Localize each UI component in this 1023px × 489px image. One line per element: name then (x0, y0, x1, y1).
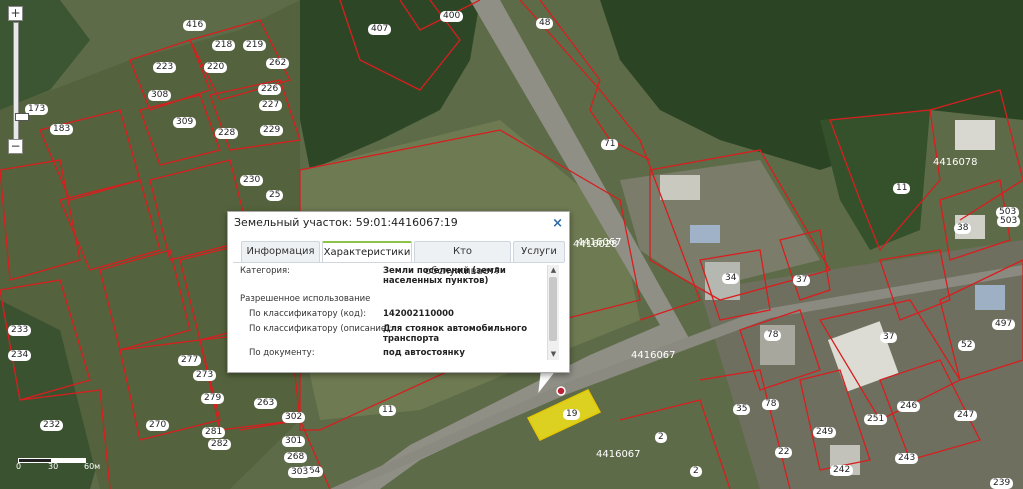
parcel-label[interactable]: 78 (762, 399, 780, 410)
building (690, 225, 720, 243)
zoom-slider-track[interactable] (13, 22, 29, 142)
characteristics-panel: Категория: Земли поселений (земли населе… (235, 264, 553, 360)
parcel-label[interactable]: 52 (958, 340, 976, 351)
parcel-label[interactable]: 249 (813, 427, 837, 438)
parcel-label[interactable]: 234 (8, 350, 32, 361)
parcel-label[interactable]: 183 (50, 124, 74, 135)
parcel-info-popup: Земельный участок: 59:01:4416067:19 × Ин… (227, 211, 570, 373)
parcel-label[interactable]: 4416067 (628, 350, 679, 361)
parcel-label[interactable]: 78 (764, 330, 782, 341)
parcel-label[interactable]: 218 (212, 40, 236, 51)
parcel-label[interactable]: 2 (655, 432, 667, 443)
parcel-label[interactable]: 226 (258, 84, 282, 95)
parcel-label[interactable]: 303 (288, 467, 312, 478)
parcel-label[interactable]: 4416078 (930, 157, 981, 168)
parcel-label[interactable]: 279 (201, 393, 225, 404)
parcel-label[interactable]: 270 (146, 420, 170, 431)
row-value: под автостоянку (383, 348, 465, 358)
parcel-label[interactable]: 281 (202, 427, 226, 438)
parcel-label[interactable]: 263 (254, 398, 278, 409)
parcel-label[interactable]: 227 (259, 100, 283, 111)
parcel-label[interactable]: 400 (440, 11, 464, 22)
popup-title: Земельный участок: 59:01:4416067:19 (234, 216, 458, 229)
zoom-slider-handle[interactable] (15, 113, 29, 121)
parcel-label[interactable]: 497 (992, 319, 1016, 330)
parcel-label[interactable]: 233 (8, 325, 32, 336)
row-key: Разрешенное использование (240, 294, 371, 304)
parcel-marker-icon[interactable] (556, 386, 566, 396)
scale-bar: 0 30 60м (16, 456, 118, 471)
parcel-label[interactable]: 282 (208, 439, 232, 450)
zoom-in-button[interactable]: + (8, 6, 23, 21)
scale-label: 30 (48, 462, 59, 471)
row-value: Земли поселений (земли населенных пункто… (383, 266, 506, 286)
row-key: Категория: (240, 266, 290, 276)
parcel-label[interactable]: 262 (266, 58, 290, 69)
building (955, 120, 995, 150)
parcel-label[interactable]: 309 (173, 117, 197, 128)
parcel-label[interactable]: 239 (990, 478, 1014, 489)
scroll-down-icon[interactable]: ▼ (549, 350, 558, 359)
parcel-label[interactable]: 503 (997, 216, 1021, 227)
scale-label: 0 (16, 462, 22, 471)
building (975, 285, 1005, 310)
zoom-out-button[interactable]: − (8, 139, 23, 154)
tab-who-serves[interactable]: Кто обслуживает? (414, 241, 511, 277)
tab-info[interactable]: Информация (241, 241, 320, 262)
parcel-label[interactable]: 38 (954, 223, 972, 234)
parcel-label[interactable]: 268 (284, 452, 308, 463)
parcel-label[interactable]: 416 (183, 20, 207, 31)
parcel-label[interactable]: 223 (153, 62, 177, 73)
row-value: 142002110000 (383, 309, 454, 319)
parcel-label[interactable]: 243 (895, 453, 919, 464)
parcel-label[interactable]: 4416067 (593, 449, 644, 460)
parcel-label[interactable]: 247 (954, 410, 978, 421)
zoom-control: + − (8, 6, 29, 154)
row-key: По классификатору (код): (249, 309, 367, 319)
parcel-label[interactable]: 220 (204, 62, 228, 73)
parcel-label[interactable]: 4416067 (574, 237, 625, 248)
row-key: По документу: (249, 348, 315, 358)
parcel-label[interactable]: 273 (193, 370, 217, 381)
parcel-label[interactable]: 34 (722, 273, 740, 284)
parcel-label[interactable]: 277 (178, 355, 202, 366)
parcel-label[interactable]: 35 (733, 404, 751, 415)
parcel-label[interactable]: 11 (379, 405, 397, 416)
building (660, 175, 700, 200)
close-icon[interactable]: × (552, 216, 563, 231)
parcel-label[interactable]: 48 (536, 18, 554, 29)
parcel-label[interactable]: 302 (282, 412, 306, 423)
parcel-label[interactable]: 230 (240, 175, 264, 186)
tab-services[interactable]: Услуги (513, 241, 565, 262)
popup-scrollbar[interactable]: ▲ ▼ (547, 265, 559, 360)
parcel-label[interactable]: 37 (793, 275, 811, 286)
parcel-label[interactable]: 228 (215, 128, 239, 139)
parcel-label[interactable]: 308 (148, 90, 172, 101)
parcel-label[interactable]: 25 (266, 190, 284, 201)
parcel-label[interactable]: 242 (830, 465, 854, 476)
parcel-label[interactable]: 251 (864, 414, 888, 425)
parcel-label[interactable]: 246 (897, 401, 921, 412)
row-key: По классификатору (описание): (249, 324, 393, 334)
parcel-label[interactable]: 71 (601, 139, 619, 150)
parcel-label[interactable]: 232 (40, 420, 64, 431)
parcel-label[interactable]: 2 (690, 466, 702, 477)
row-value: Для стоянок автомобильного транспорта (383, 324, 528, 344)
parcel-label[interactable]: 19 (563, 409, 581, 420)
parcel-label[interactable]: 229 (260, 125, 284, 136)
parcel-label[interactable]: 11 (893, 183, 911, 194)
parcel-label[interactable]: 37 (880, 332, 898, 343)
scale-label: 60м (84, 462, 101, 471)
tab-divider (233, 262, 564, 263)
parcel-label[interactable]: 301 (282, 436, 306, 447)
parcel-label[interactable]: 219 (243, 40, 267, 51)
tab-characteristics[interactable]: Характеристики (322, 241, 412, 263)
parcel-label[interactable]: 407 (368, 24, 392, 35)
parcel-label[interactable]: 22 (775, 447, 793, 458)
scroll-up-icon[interactable]: ▲ (549, 266, 558, 275)
scrollbar-thumb[interactable] (549, 277, 557, 341)
